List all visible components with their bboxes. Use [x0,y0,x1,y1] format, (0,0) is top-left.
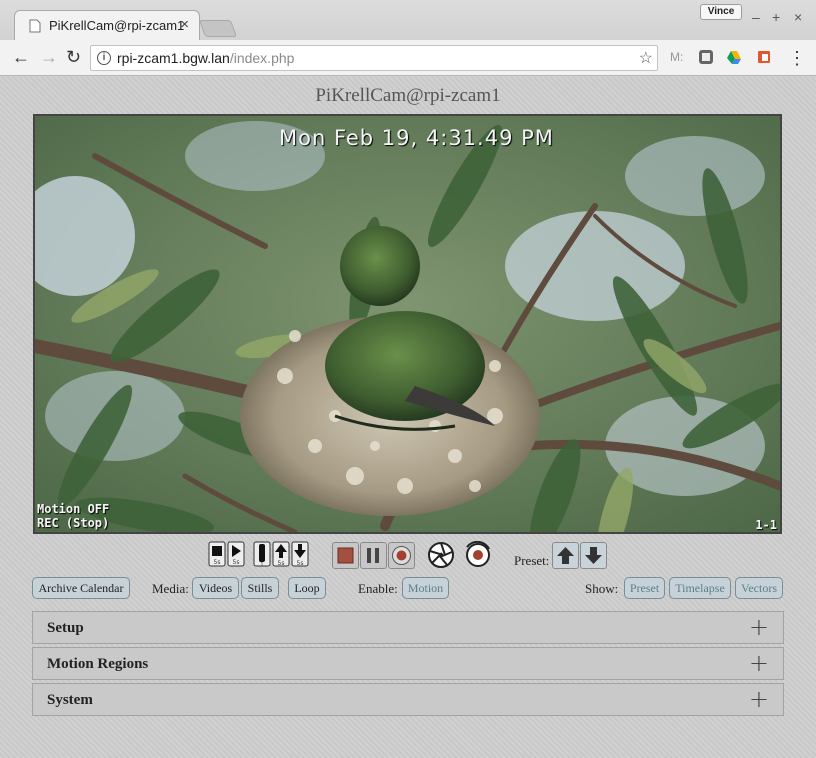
shutter-icon[interactable] [427,541,455,569]
drive-extension-icon[interactable] [726,49,742,65]
preset-up-button[interactable] [552,542,579,569]
back-icon[interactable]: ← [12,47,30,67]
show-preset-button[interactable]: Preset [624,577,665,599]
archive-calendar-button[interactable]: Archive Calendar [32,577,130,599]
office-extension-icon[interactable] [756,49,772,65]
svg-text:1: 1 [260,562,263,567]
videos-button[interactable]: Videos [192,577,239,599]
minimize-icon[interactable]: – [752,9,760,25]
browser-toolbar: ← → ↻ i rpi-zcam1.bgw.lan/index.php ☆ M:… [0,40,816,76]
system-section[interactable]: System + [32,683,784,716]
page-title: PiKrellCam@rpi-zcam1 [315,85,501,106]
motion-status: Motion OFF [37,502,110,516]
mail-extension-icon[interactable]: M: [670,50,686,66]
loop-button[interactable]: Loop [288,577,326,599]
pause-icon [367,548,379,563]
camera-image [35,116,780,532]
arrow-up-icon [557,547,574,564]
camera-preview[interactable]: Mon Feb 19, 4:31.49 PM Motion OFF REC (S… [33,114,782,534]
camera-control-row: 5s 5s 1 5s 5s Preset: [0,541,816,571]
page-body: PiKrellCam@rpi-zcam1 Mon Feb 19, 4:31.49… [0,77,816,758]
camera-timestamp: Mon Feb 19, 4:31.49 PM [279,126,554,150]
action-button-row: Archive Calendar Media: Videos Stills Lo… [0,577,816,601]
media-label: Media: [152,581,189,596]
stop-button[interactable] [332,542,359,569]
page-icon [29,19,41,33]
tab-title: PiKrellCam@rpi-zcam1 [49,18,185,33]
new-tab-button[interactable] [198,20,238,37]
expand-plus-icon[interactable]: + [749,650,769,676]
arrow-up-icon[interactable]: 5s [272,541,290,567]
enable-label: Enable: [358,581,398,596]
stop-icon [337,547,354,564]
browser-titlebar: PiKrellCam@rpi-zcam1 × Vince – + × [0,0,816,40]
bookmark-star-icon[interactable]: ☆ [639,48,653,68]
stills-button[interactable]: Stills [241,577,279,599]
section-title: Setup [47,620,84,636]
record-button[interactable] [388,542,415,569]
show-label: Show: [585,581,619,596]
rec-status: REC (Stop) [37,516,110,530]
browser-tab[interactable]: PiKrellCam@rpi-zcam1 × [14,10,200,40]
address-bar[interactable]: i rpi-zcam1.bgw.lan/index.php ☆ [90,45,658,71]
record-icon [392,546,411,565]
profile-button[interactable]: Vince [700,4,742,20]
show-timelapse-button[interactable]: Timelapse [669,577,731,599]
section-title: System [47,692,93,708]
arrow-down-icon[interactable]: 5s [291,541,309,567]
svg-text:5s: 5s [297,560,304,567]
flashlight-icon[interactable]: 1 [253,541,271,567]
setup-section[interactable]: Setup + [32,611,784,644]
expand-plus-icon[interactable]: + [749,614,769,640]
preset-label: Preset: [514,553,550,568]
reload-icon[interactable]: ↻ [66,47,81,67]
pause-button[interactable] [360,542,387,569]
camera-index: 1-1 [755,518,777,532]
svg-text:5s: 5s [214,559,221,566]
stop-record-icon[interactable]: 5s [208,541,226,567]
browser-menu-icon[interactable]: ⋮ [788,48,806,68]
motion-enable-button[interactable]: Motion [402,577,449,599]
preset-down-button[interactable] [580,542,607,569]
svg-text:5s: 5s [233,559,240,566]
expand-plus-icon[interactable]: + [749,686,769,712]
svg-text:5s: 5s [278,560,285,567]
motion-regions-section[interactable]: Motion Regions + [32,647,784,680]
pocket-extension-icon[interactable] [698,49,714,65]
info-icon[interactable]: i [97,51,111,65]
play-record-icon[interactable]: 5s [227,541,245,567]
forward-icon[interactable]: → [40,47,58,67]
show-vectors-button[interactable]: Vectors [735,577,783,599]
url-text: rpi-zcam1.bgw.lan/index.php [117,50,295,66]
tab-close-icon[interactable]: × [180,16,189,33]
maximize-icon[interactable]: + [772,9,780,25]
timelapse-icon[interactable] [464,541,492,569]
arrow-down-icon [585,547,602,564]
window-close-icon[interactable]: × [794,9,802,25]
section-title: Motion Regions [47,656,149,672]
